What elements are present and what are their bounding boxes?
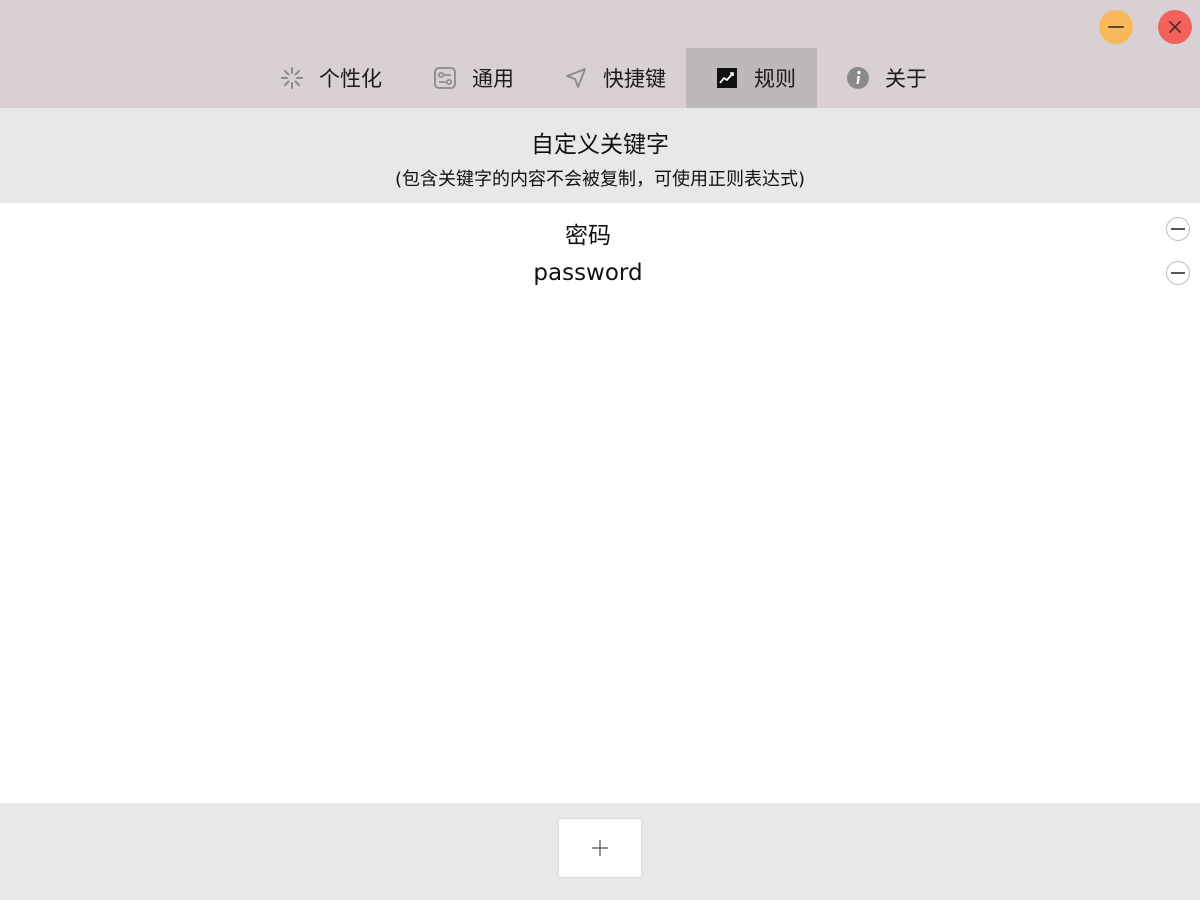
close-button[interactable] bbox=[1158, 10, 1192, 44]
list-item: 密码 bbox=[0, 207, 1200, 251]
tab-label: 关于 bbox=[885, 67, 927, 91]
keyword-list: 密码 password bbox=[0, 203, 1200, 803]
minus-icon bbox=[1171, 272, 1185, 274]
sliders-icon bbox=[432, 65, 458, 91]
tab-label: 规则 bbox=[754, 67, 796, 91]
title-bar: 个性化 通用 快捷键 规则 关于 bbox=[0, 0, 1200, 108]
info-icon bbox=[845, 65, 871, 91]
remove-keyword-button[interactable] bbox=[1166, 217, 1190, 241]
footer-bar bbox=[0, 803, 1200, 900]
spinner-icon bbox=[279, 65, 305, 91]
add-keyword-button[interactable] bbox=[558, 818, 642, 878]
tab-shortcuts[interactable]: 快捷键 bbox=[551, 48, 688, 108]
settings-tabs: 个性化 通用 快捷键 规则 关于 bbox=[0, 48, 1200, 108]
page-title: 自定义关键字 bbox=[531, 132, 669, 158]
list-item: password bbox=[0, 251, 1200, 295]
tab-personalization[interactable]: 个性化 bbox=[267, 48, 414, 108]
tab-general[interactable]: 通用 bbox=[420, 48, 547, 108]
keyword-text[interactable]: 密码 bbox=[0, 216, 1176, 250]
tab-label: 快捷键 bbox=[603, 67, 666, 91]
tab-about[interactable]: 关于 bbox=[833, 48, 955, 108]
remove-keyword-button[interactable] bbox=[1166, 261, 1190, 285]
minimize-icon bbox=[1108, 26, 1124, 28]
chart-icon bbox=[714, 65, 740, 91]
tab-rules[interactable]: 规则 bbox=[686, 48, 817, 108]
tab-label: 通用 bbox=[472, 67, 514, 91]
plus-icon bbox=[592, 840, 608, 856]
tab-label: 个性化 bbox=[319, 67, 382, 91]
rules-header: 自定义关键字 (包含关键字的内容不会被复制，可使用正则表达式) bbox=[0, 108, 1200, 203]
minus-icon bbox=[1171, 228, 1185, 230]
app-window: 个性化 通用 快捷键 规则 关于 自定义关键字 (包含关键字的内容不会被复制，可… bbox=[0, 0, 1200, 900]
navigation-arrow-icon bbox=[563, 65, 589, 91]
minimize-button[interactable] bbox=[1099, 10, 1133, 44]
page-subtitle: (包含关键字的内容不会被复制，可使用正则表达式) bbox=[394, 169, 806, 190]
close-icon bbox=[1169, 21, 1181, 33]
keyword-text[interactable]: password bbox=[0, 260, 1176, 286]
